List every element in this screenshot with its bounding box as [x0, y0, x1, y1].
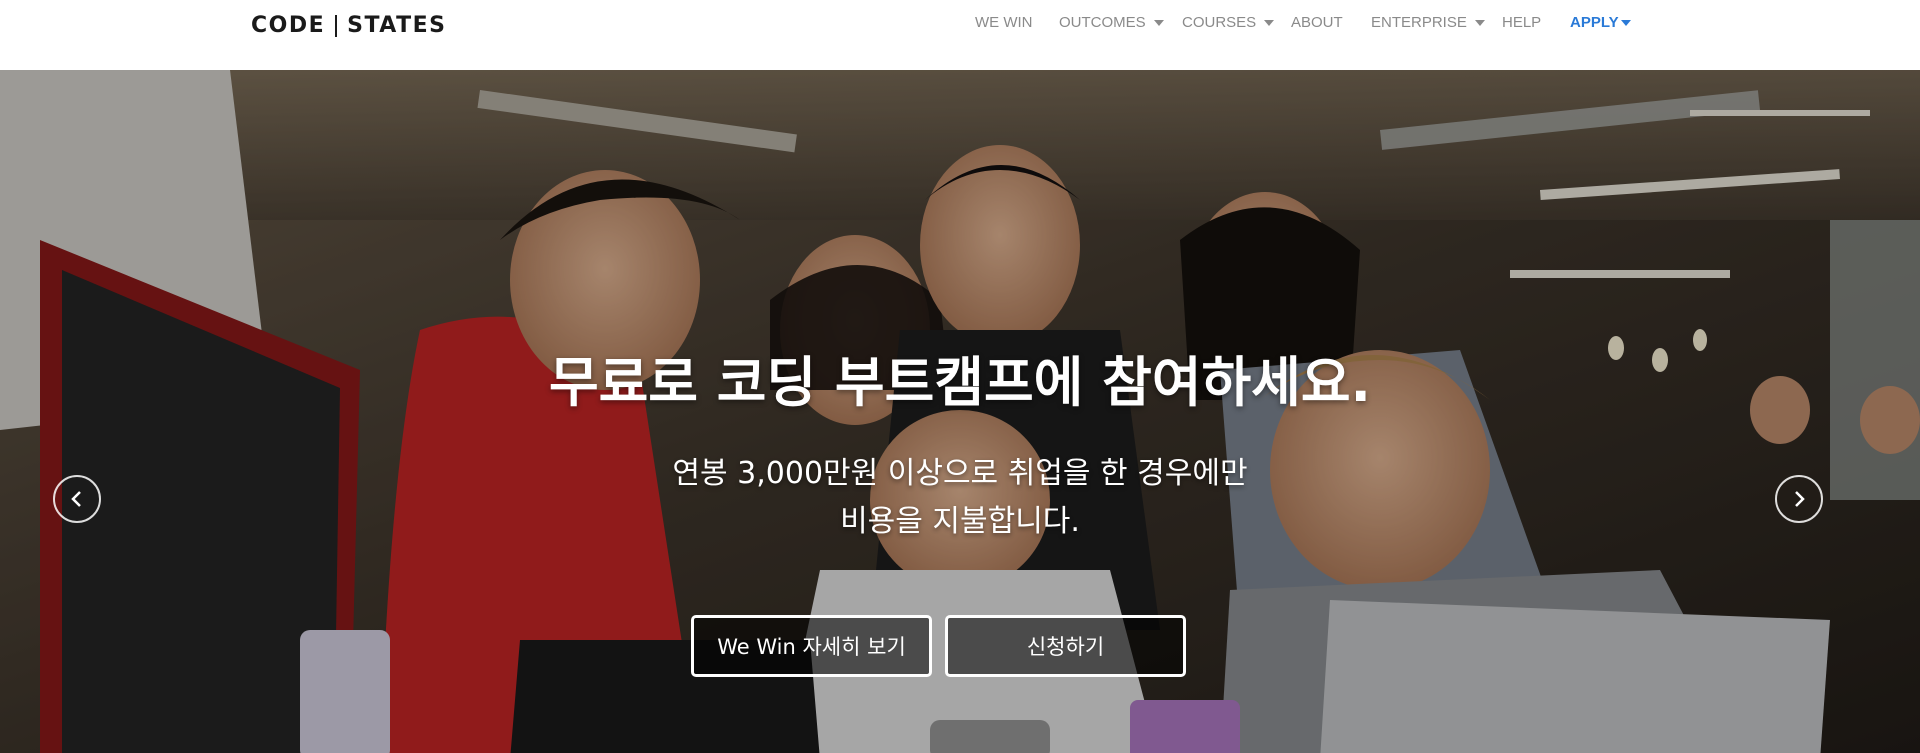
nav-label: APPLY	[1570, 14, 1619, 31]
nav-label: WE WIN	[975, 14, 1033, 31]
caret-down-icon	[1474, 20, 1485, 26]
hero-carousel: 무료로 코딩 부트캠프에 참여하세요. 연봉 3,000만원 이상으로 취업을 …	[0, 70, 1920, 753]
nav-item-about[interactable]: ABOUT	[1291, 14, 1343, 31]
hero-subtitle: 연봉 3,000만원 이상으로 취업을 한 경우에만 비용을 지불합니다.	[0, 450, 1920, 546]
caret-down-icon	[1264, 20, 1275, 26]
nav-label: OUTCOMES	[1059, 14, 1146, 31]
nav-item-help[interactable]: HELP	[1502, 14, 1541, 31]
code-states-logo[interactable]: CODE STATES	[251, 13, 446, 38]
top-navbar: CODE STATES WE WIN OUTCOMES COURSES ABOU…	[0, 0, 1920, 70]
caret-down-icon	[1153, 20, 1164, 26]
chevron-right-icon	[1795, 491, 1805, 507]
logo-divider	[335, 14, 338, 37]
nav-item-outcomes[interactable]: OUTCOMES	[1059, 14, 1164, 31]
nav-item-we-win[interactable]: WE WIN	[975, 14, 1033, 31]
nav-item-enterprise[interactable]: ENTERPRISE	[1371, 14, 1485, 31]
we-win-details-button[interactable]: We Win 자세히 보기	[691, 615, 932, 677]
nav-item-apply[interactable]: APPLY	[1570, 14, 1631, 31]
carousel-prev-button[interactable]	[53, 475, 101, 523]
hero-subtitle-line-2: 비용을 지불합니다.	[840, 504, 1080, 539]
logo-text-states: STATES	[347, 13, 447, 38]
nav-item-courses[interactable]: COURSES	[1182, 14, 1275, 31]
nav-label: ABOUT	[1291, 14, 1343, 31]
nav-label: ENTERPRISE	[1371, 14, 1467, 31]
chevron-left-icon	[71, 491, 81, 507]
caret-down-icon	[1620, 20, 1631, 26]
carousel-next-button[interactable]	[1775, 475, 1823, 523]
nav-label: COURSES	[1182, 14, 1257, 31]
logo-text-code: CODE	[251, 13, 326, 38]
hero-title: 무료로 코딩 부트캠프에 참여하세요.	[548, 351, 1372, 414]
nav-label: HELP	[1502, 14, 1542, 31]
apply-button[interactable]: 신청하기	[945, 615, 1186, 677]
hero-subtitle-line-1: 연봉 3,000만원 이상으로 취업을 한 경우에만	[672, 456, 1248, 491]
